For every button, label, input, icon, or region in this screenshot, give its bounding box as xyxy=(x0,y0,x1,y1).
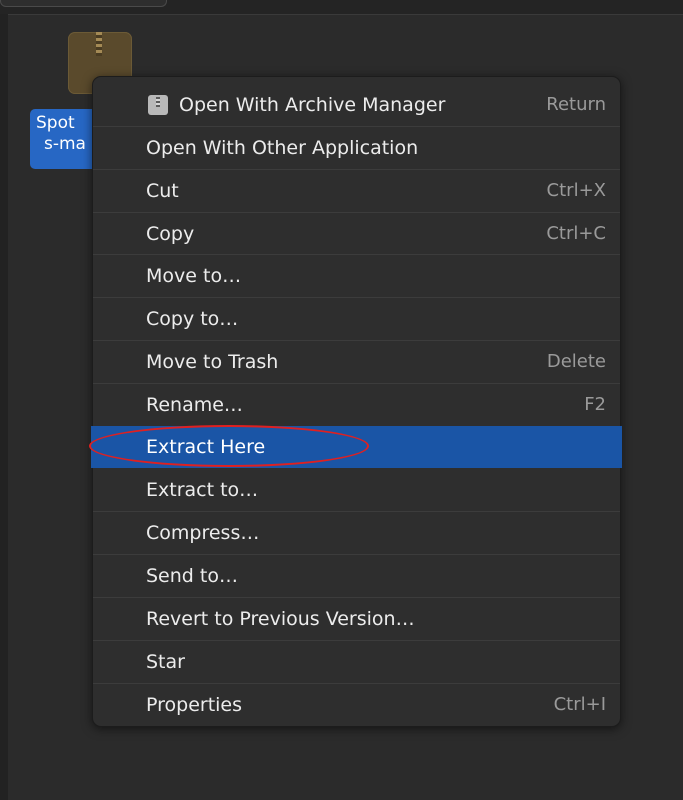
header-bar xyxy=(0,0,683,15)
menu-item-open-with-archive-manager[interactable]: Open With Archive Manager Return xyxy=(93,84,620,126)
menu-item-extract-to[interactable]: Extract to… xyxy=(93,469,620,511)
header-tab[interactable] xyxy=(0,0,167,7)
menu-item-label: Extract Here xyxy=(146,436,266,458)
menu-item-label: Cut xyxy=(146,180,179,202)
menu-item-label: Move to… xyxy=(146,265,242,287)
menu-item-label: Move to Trash xyxy=(146,351,279,373)
menu-item-label: Send to… xyxy=(146,565,238,587)
zipper-icon xyxy=(96,32,102,56)
menu-item-accel: Return xyxy=(546,94,606,115)
menu-item-accel: Ctrl+C xyxy=(546,223,606,244)
menu-item-open-with-other-application[interactable]: Open With Other Application xyxy=(93,127,620,169)
context-menu: Open With Archive Manager Return Open Wi… xyxy=(91,76,622,727)
menu-item-accel: Delete xyxy=(546,351,606,372)
menu-item-compress[interactable]: Compress… xyxy=(93,512,620,554)
menu-item-label: Open With Archive Manager xyxy=(179,94,446,116)
menu-item-label: Copy xyxy=(146,223,195,245)
menu-item-label: Rename… xyxy=(146,394,243,416)
menu-item-accel: Ctrl+X xyxy=(546,180,606,201)
window-edge xyxy=(0,14,8,800)
menu-item-move-to-trash[interactable]: Move to Trash Delete xyxy=(93,341,620,383)
menu-item-accel: F2 xyxy=(584,394,606,415)
menu-item-label: Copy to… xyxy=(146,308,239,330)
menu-item-label: Star xyxy=(146,651,185,673)
menu-item-revert-to-previous-version[interactable]: Revert to Previous Version… xyxy=(93,598,620,640)
menu-item-label: Compress… xyxy=(146,522,260,544)
menu-item-label: Extract to… xyxy=(146,479,259,501)
menu-item-label: Properties xyxy=(146,694,243,716)
archive-manager-icon xyxy=(148,95,168,115)
menu-item-extract-here[interactable]: Extract Here xyxy=(91,426,622,468)
menu-item-label: Revert to Previous Version… xyxy=(146,608,415,630)
file-manager-window: Spot s-ma Open With Archive Manager Retu… xyxy=(0,0,683,800)
menu-item-copy[interactable]: Copy Ctrl+C xyxy=(93,213,620,255)
menu-item-properties[interactable]: Properties Ctrl+I xyxy=(93,684,620,726)
menu-item-copy-to[interactable]: Copy to… xyxy=(93,298,620,340)
menu-item-star[interactable]: Star xyxy=(93,641,620,683)
menu-item-label: Open With Other Application xyxy=(146,137,419,159)
menu-item-send-to[interactable]: Send to… xyxy=(93,555,620,597)
menu-item-accel: Ctrl+I xyxy=(553,694,606,715)
menu-item-rename[interactable]: Rename… F2 xyxy=(93,384,620,426)
menu-item-cut[interactable]: Cut Ctrl+X xyxy=(93,170,620,212)
menu-item-move-to[interactable]: Move to… xyxy=(93,255,620,297)
